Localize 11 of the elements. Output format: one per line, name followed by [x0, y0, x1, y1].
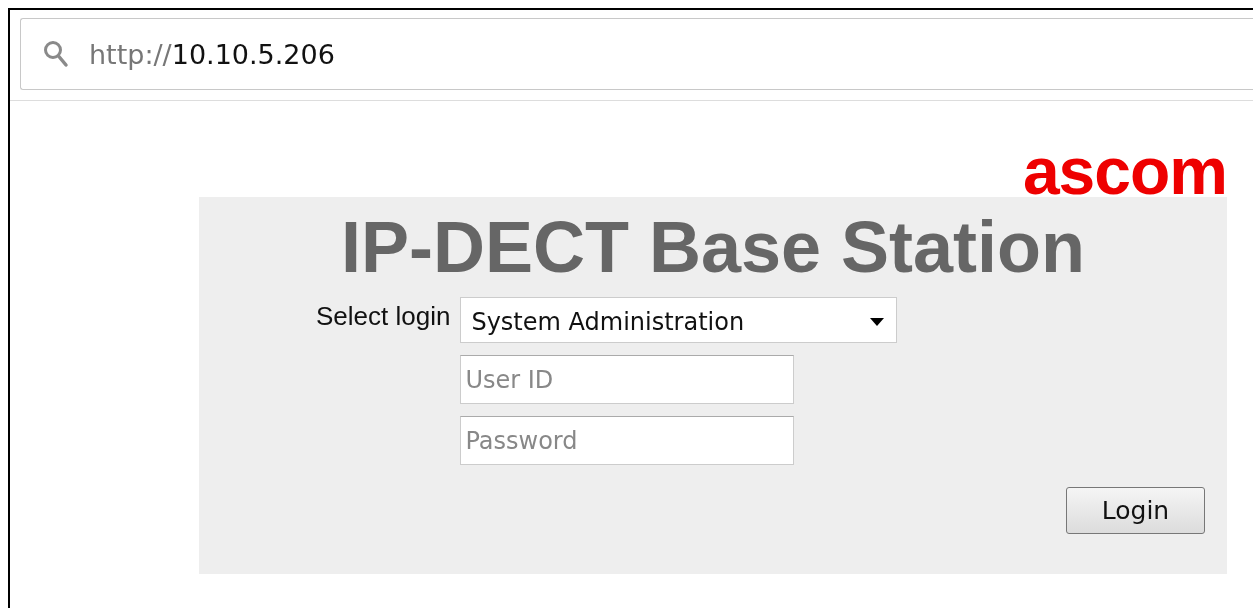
- password-field[interactable]: Password: [460, 416, 795, 465]
- select-label: Select login: [316, 300, 451, 333]
- login-select[interactable]: System Administration: [460, 297, 898, 343]
- address-bar[interactable]: http://10.10.5.206: [20, 18, 1253, 90]
- caret-icon: [870, 318, 885, 326]
- search-icon: [43, 40, 69, 68]
- logo: ascom: [1022, 141, 1227, 197]
- url-text: http://10.10.5.206: [89, 38, 335, 70]
- page-title: IP-DECT Base Station: [339, 207, 1087, 287]
- user-id-field[interactable]: User ID: [460, 355, 795, 404]
- login-button[interactable]: Login: [1066, 487, 1205, 534]
